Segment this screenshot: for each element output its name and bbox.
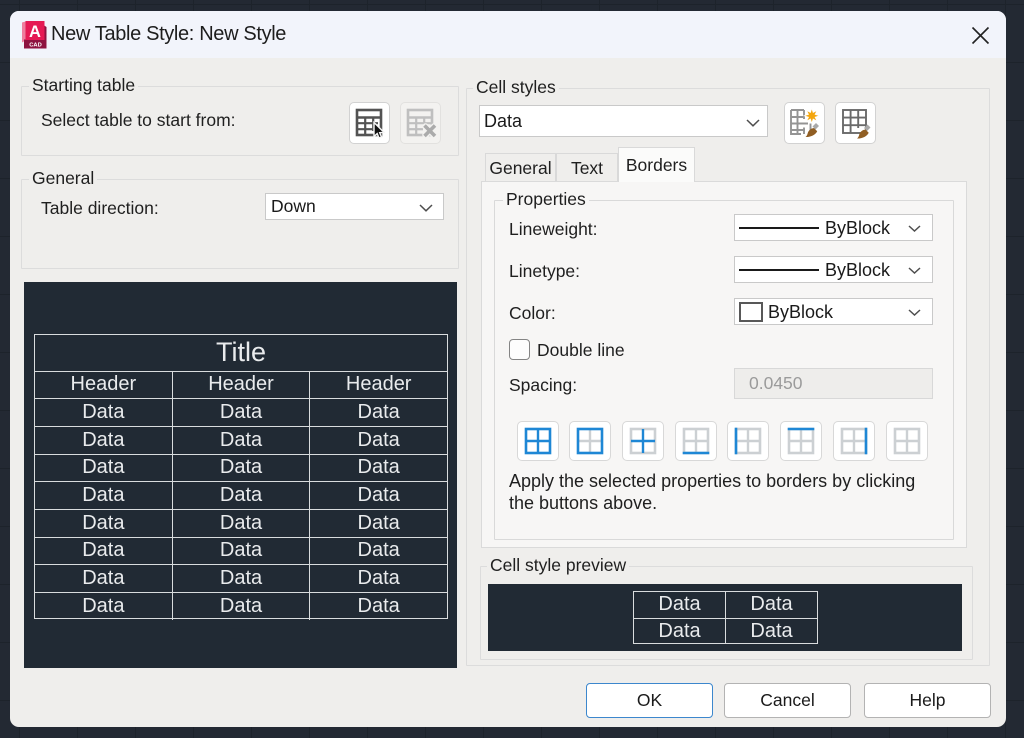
svg-text:A: A	[29, 23, 41, 41]
svg-text:CAD: CAD	[29, 43, 42, 49]
